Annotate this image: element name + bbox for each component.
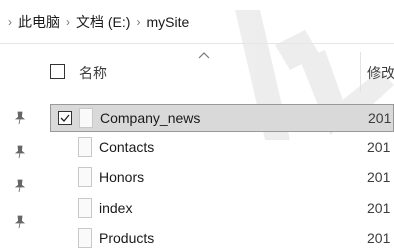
pin-icon[interactable] <box>14 179 26 193</box>
column-header-modified[interactable]: 修改 <box>367 63 394 83</box>
file-modified-date: 201 <box>368 110 392 126</box>
file-name: Company_news <box>100 110 201 126</box>
breadcrumb-this-pc[interactable]: 此电脑 <box>18 12 60 32</box>
select-all-checkbox[interactable] <box>50 64 65 79</box>
file-modified-date: 201 <box>367 230 391 246</box>
file-name: index <box>99 200 133 216</box>
pin-icon[interactable] <box>14 215 26 229</box>
pin-icon[interactable] <box>14 111 26 125</box>
breadcrumb-mysite[interactable]: mySite <box>146 14 189 30</box>
breadcrumb-documents-drive[interactable]: 文档 (E:) <box>76 12 130 32</box>
file-row-products[interactable]: Products 201 <box>50 225 394 252</box>
file-name: Honors <box>99 169 145 185</box>
column-header-row: 名称 修改 <box>0 44 394 100</box>
file-name: Products <box>99 230 155 246</box>
column-header-name[interactable]: 名称 <box>79 63 107 83</box>
chevron-right-icon[interactable]: › <box>8 15 12 29</box>
chevron-right-icon[interactable]: › <box>136 15 140 29</box>
file-explorer-view: › 此电脑 › 文档 (E:) › mySite 名称 修改 Company_n… <box>0 0 394 252</box>
file-row-company-news[interactable]: Company_news 201 <box>50 104 394 132</box>
file-icon <box>78 198 92 218</box>
file-modified-date: 201 <box>367 169 391 185</box>
file-modified-date: 201 <box>367 139 391 155</box>
file-row-honors[interactable]: Honors 201 <box>50 164 394 192</box>
checkmark-icon <box>60 114 70 122</box>
column-divider[interactable] <box>360 52 361 92</box>
row-checkbox[interactable] <box>58 111 72 125</box>
chevron-right-icon[interactable]: › <box>66 15 70 29</box>
sort-chevron-icon <box>198 52 210 59</box>
breadcrumb: › 此电脑 › 文档 (E:) › mySite <box>0 0 394 44</box>
file-row-index[interactable]: index 201 <box>50 195 394 223</box>
file-icon <box>78 137 92 157</box>
file-name: Contacts <box>99 139 155 155</box>
file-row-contacts[interactable]: Contacts 201 <box>50 134 394 162</box>
file-icon <box>78 228 92 248</box>
pin-icon[interactable] <box>14 145 26 159</box>
file-icon <box>78 167 92 187</box>
file-icon <box>79 108 93 128</box>
file-modified-date: 201 <box>367 200 391 216</box>
